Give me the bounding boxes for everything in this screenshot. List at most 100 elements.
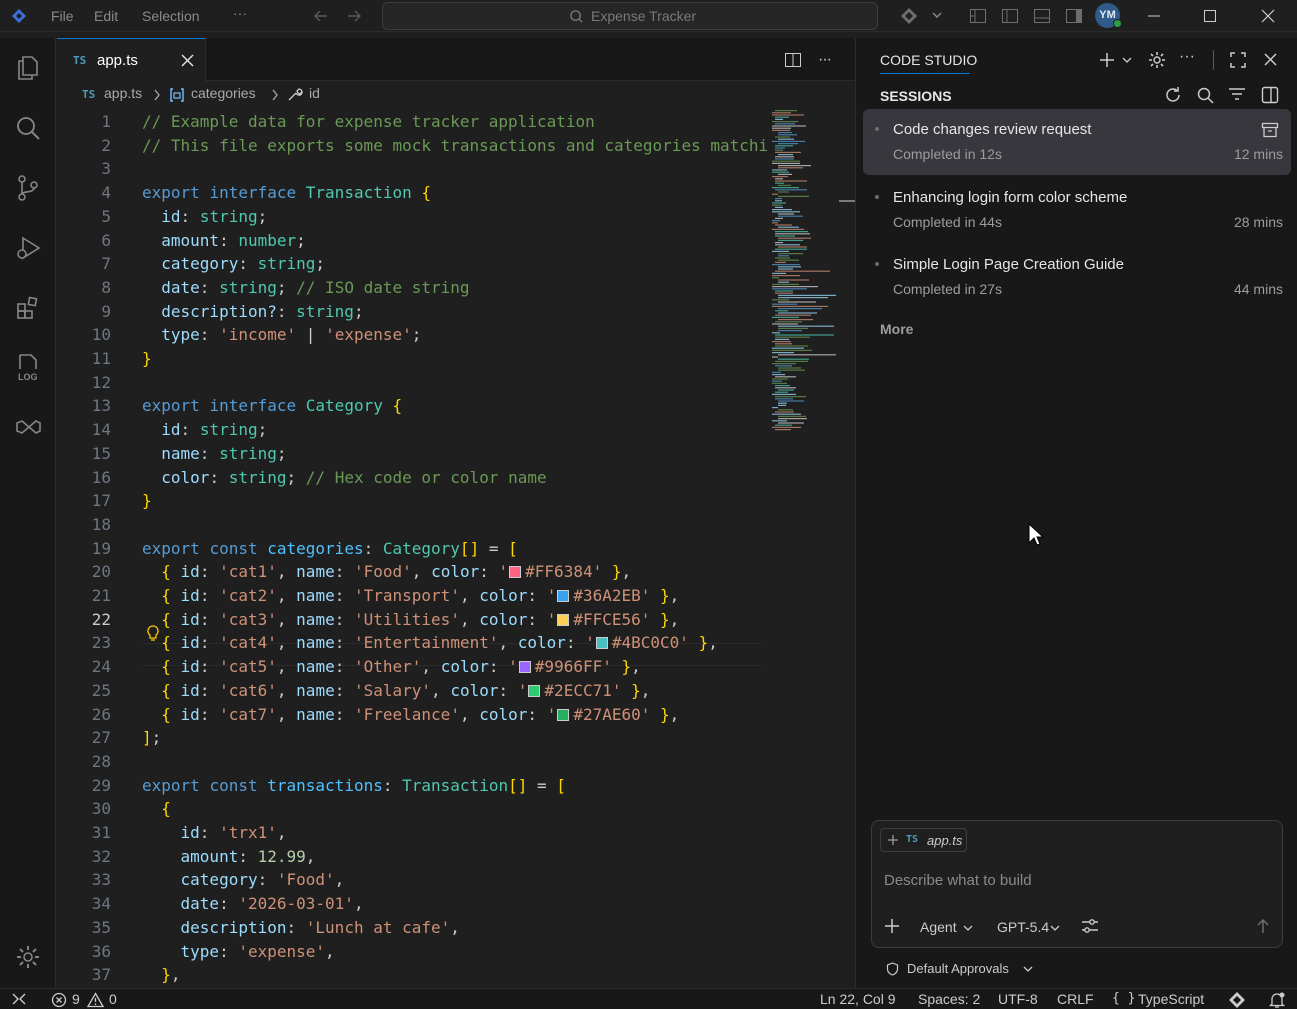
maximize-icon[interactable] (1203, 9, 1217, 23)
color-swatch[interactable] (509, 566, 522, 579)
code-line: export const transactions: Transaction[]… (142, 775, 566, 795)
color-swatch[interactable] (557, 708, 570, 721)
color-swatch[interactable] (528, 684, 541, 697)
warning-icon[interactable] (87, 992, 104, 1008)
notifications-bell-icon[interactable] (1268, 991, 1286, 1009)
session-status: Completed in 27s (893, 281, 1002, 297)
cursor-position[interactable]: Ln 22, Col 9 (820, 991, 896, 1007)
color-swatch[interactable] (557, 590, 570, 602)
breadcrumb-property[interactable]: id (309, 85, 320, 101)
svg-text:LOG: LOG (18, 372, 38, 382)
session-item[interactable]: Code changes review request Completed in… (863, 109, 1291, 175)
minimize-icon[interactable] (1147, 9, 1161, 23)
search-icon[interactable] (10, 110, 46, 146)
more-actions-icon[interactable]: ··· (1179, 48, 1195, 66)
explorer-icon[interactable] (10, 50, 46, 86)
session-dot (875, 262, 879, 266)
chevron-down-icon[interactable] (963, 923, 973, 933)
line-number: 2 (101, 135, 111, 155)
archive-icon[interactable] (1261, 122, 1279, 138)
toggle-panel-icon[interactable] (1033, 7, 1051, 25)
customize-layout-icon[interactable] (969, 7, 987, 25)
toggle-sidebar-icon[interactable] (1261, 86, 1279, 104)
chevron-down-icon[interactable] (931, 9, 943, 21)
code-studio-panel: CODE STUDIO ··· SESSIONS Code changes re… (856, 38, 1297, 988)
context-attachment-chip[interactable]: TS app.ts (880, 828, 967, 852)
breadcrumb-file[interactable]: app.ts (104, 85, 142, 101)
color-swatch[interactable] (557, 613, 570, 626)
toggle-secondary-sidebar-icon[interactable] (1065, 7, 1083, 25)
code-line: // This file exports some mock transacti… (142, 135, 767, 155)
close-window-icon[interactable] (1261, 9, 1275, 23)
refresh-icon[interactable] (1164, 86, 1182, 104)
remote-icon[interactable] (11, 992, 27, 1006)
session-item[interactable]: Simple Login Page Creation Guide Complet… (863, 244, 1291, 310)
color-swatch[interactable] (518, 661, 531, 674)
breadcrumb-symbol[interactable]: categories (191, 85, 256, 101)
chevron-down-icon[interactable] (1122, 55, 1132, 65)
warning-count[interactable]: 0 (109, 991, 117, 1007)
maximize-panel-icon[interactable] (1229, 51, 1247, 69)
typescript-file-icon: TS (73, 54, 87, 67)
command-center-search[interactable]: Expense Tracker (382, 2, 878, 30)
settings-gear-icon[interactable] (10, 939, 46, 975)
encoding[interactable]: UTF-8 (998, 991, 1038, 1007)
more-actions-icon[interactable]: ··· (818, 51, 832, 69)
chat-input-placeholder[interactable]: Describe what to build (884, 872, 1032, 889)
chevron-down-icon[interactable] (1050, 923, 1060, 933)
code-line: name: string; (161, 443, 287, 463)
session-item[interactable]: Enhancing login form color scheme Comple… (863, 177, 1291, 243)
editor-group: TS app.ts ··· TS app.ts categories id 1 … (57, 38, 855, 988)
menu-selection[interactable]: Selection (142, 8, 200, 24)
menu-edit[interactable]: Edit (94, 8, 118, 24)
session-status: Completed in 44s (893, 214, 1002, 230)
error-count[interactable]: 9 (72, 991, 80, 1007)
menu-more[interactable]: ··· (233, 5, 247, 21)
code-line: date: string; // ISO date string (161, 277, 470, 297)
error-icon[interactable] (51, 992, 67, 1008)
tab-app-ts[interactable]: TS app.ts (57, 38, 206, 81)
line-number: 18 (91, 514, 111, 534)
color-swatch[interactable] (595, 637, 608, 650)
new-session-plus-icon[interactable] (1098, 51, 1116, 69)
toggle-primary-sidebar-icon[interactable] (1001, 7, 1019, 25)
line-number: 23 (91, 633, 111, 653)
forward-arrow-icon[interactable] (346, 8, 362, 24)
copilot-icon[interactable] (898, 6, 920, 26)
code-line: description: 'Lunch at cafe', (180, 917, 460, 937)
line-number: 15 (91, 443, 111, 463)
line-number: 33 (91, 870, 111, 890)
code-line: { id: 'cat4', name: 'Entertainment', col… (161, 633, 718, 653)
code-line: { id: 'cat1', name: 'Food', color: ' #FF6… (161, 562, 632, 582)
split-editor-icon[interactable] (784, 51, 802, 69)
language-mode[interactable]: TypeScript (1138, 991, 1204, 1007)
mode-picker[interactable]: Agent (920, 919, 957, 935)
minimap[interactable] (770, 108, 855, 988)
filter-icon[interactable] (1228, 86, 1246, 104)
code-editor[interactable]: 1 // Example data for expense tracker app… (57, 108, 767, 988)
visual-studio-icon[interactable] (10, 410, 46, 446)
output-log-icon[interactable]: LOG (10, 350, 46, 386)
panel-title-tab[interactable]: CODE STUDIO (880, 52, 977, 68)
menu-file[interactable]: File (51, 8, 74, 24)
add-context-plus-icon[interactable] (884, 918, 900, 934)
close-tab-icon[interactable] (181, 54, 194, 67)
source-control-icon[interactable] (10, 170, 46, 206)
more-sessions-link[interactable]: More (880, 321, 913, 337)
approvals-dropdown[interactable]: Default Approvals (907, 961, 1009, 976)
gear-icon[interactable] (1148, 51, 1166, 69)
send-arrow-icon[interactable] (1255, 918, 1271, 934)
line-number: 3 (101, 159, 111, 179)
search-icon[interactable] (1196, 86, 1214, 104)
extensions-icon[interactable] (10, 290, 46, 326)
back-arrow-icon[interactable] (313, 8, 329, 24)
copilot-status-icon[interactable] (1227, 991, 1247, 1009)
chevron-down-icon[interactable] (1023, 964, 1033, 974)
indentation[interactable]: Spaces: 2 (918, 991, 980, 1007)
model-picker[interactable]: GPT-5.4 (997, 919, 1049, 935)
close-panel-icon[interactable] (1264, 53, 1277, 66)
run-debug-icon[interactable] (10, 230, 46, 266)
tools-settings-icon[interactable] (1081, 918, 1099, 934)
property-wrench-icon (287, 86, 303, 102)
end-of-line[interactable]: CRLF (1057, 991, 1094, 1007)
